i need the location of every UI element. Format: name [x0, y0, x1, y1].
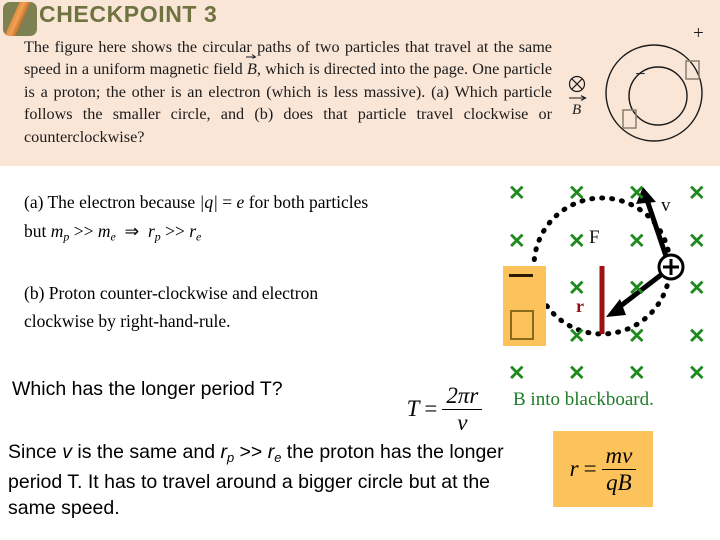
- plus-charge-label: +: [693, 23, 704, 44]
- answer-a-prefix: (a) The electron because: [24, 192, 200, 212]
- equals-sign: =: [217, 192, 237, 212]
- outer-orbit-circle: [605, 44, 703, 142]
- period-equals: =: [424, 396, 438, 421]
- mass-proton-symbol: m: [50, 221, 64, 241]
- into-page-b-symbol: B: [568, 75, 587, 118]
- implies-arrow: ⇒: [124, 221, 140, 241]
- mass-electron-subscript: e: [110, 229, 116, 244]
- period-question-text: Which has the longer period T?: [12, 378, 283, 400]
- radius-label: r: [576, 296, 584, 316]
- field-x-mark: ✕: [688, 230, 706, 253]
- field-x-mark: ✕: [688, 325, 706, 348]
- radius-formula: r = mv qB: [553, 431, 653, 507]
- vector-B-symbol: B: [245, 54, 257, 80]
- period-fraction: 2πr v: [442, 382, 483, 436]
- missing-glyph-box-3: [510, 310, 534, 340]
- period-denominator: v: [442, 408, 483, 436]
- radius-fraction: mv qB: [601, 442, 637, 496]
- checkmark-pencil-icon: [3, 2, 37, 36]
- field-x-mark: ✕: [628, 277, 646, 300]
- abs-q-symbol: |q|: [199, 192, 218, 212]
- field-x-mark: ✕: [508, 230, 526, 253]
- field-x-mark: ✕: [628, 325, 646, 348]
- field-x-mark: ✕: [628, 182, 646, 205]
- header-orbit-figure: B + −: [568, 23, 704, 142]
- period-lhs: T: [406, 396, 420, 421]
- vector-B-letter: B: [246, 60, 257, 79]
- period-formula: T = 2πr v: [382, 378, 507, 440]
- minus-sign-glyph: [509, 274, 533, 277]
- velocity-label: v: [661, 195, 671, 216]
- period-numerator: 2πr: [446, 382, 479, 408]
- field-x-mark: ✕: [628, 230, 646, 253]
- answer-a-suffix: for both particles: [244, 192, 369, 212]
- slide-canvas: CHECKPOINT 3 The figure here shows the c…: [0, 0, 720, 540]
- radius-electron-symbol: r: [189, 221, 197, 241]
- mass-electron-symbol: m: [97, 221, 111, 241]
- explanation-text: Since v is the same and rp >> re the pro…: [8, 440, 508, 521]
- field-x-mark: ✕: [568, 362, 586, 385]
- answer-part-a: (a) The electron because |q| = e for bot…: [24, 191, 454, 248]
- field-x-mark: ✕: [688, 277, 706, 300]
- field-x-mark: ✕: [568, 325, 586, 348]
- page-title: CHECKPOINT 3: [39, 1, 218, 27]
- much-greater-2: >>: [160, 221, 190, 241]
- radius-proton-symbol: r: [147, 221, 155, 241]
- answer-b-line2: clockwise by right-hand-rule.: [24, 311, 231, 331]
- radius-lhs: r: [569, 456, 579, 481]
- answer-b-line1: (b) Proton counter-clockwise and electro…: [24, 283, 319, 303]
- svg-text:B: B: [572, 102, 581, 118]
- field-x-mark: ✕: [508, 362, 526, 385]
- much-greater-3: >>: [234, 441, 268, 463]
- field-x-mark: ✕: [688, 362, 706, 385]
- force-label: F: [589, 227, 600, 248]
- explanation-seg2: is the same and: [71, 441, 221, 463]
- explanation-seg1: Since: [8, 441, 63, 463]
- minus-charge-label: −: [635, 64, 646, 85]
- radius-numerator: mv: [605, 442, 633, 468]
- radius-denominator: qB: [601, 468, 637, 496]
- pencil-stroke: [3, 2, 31, 36]
- checkpoint-question-text: The figure here shows the circular paths…: [24, 36, 552, 148]
- radius-equals: =: [583, 456, 597, 481]
- much-greater-1: >>: [69, 221, 98, 241]
- answer-a-line2: but mp >> me ⇒ rp >> re: [24, 220, 454, 248]
- radius-electron-subscript: e: [196, 229, 202, 244]
- field-x-mark: ✕: [568, 182, 586, 205]
- answer-a-line1: (a) The electron because |q| = e for bot…: [24, 191, 454, 214]
- period-formula-math: T = 2πr v: [382, 378, 507, 440]
- radius-formula-math: r = mv qB: [553, 431, 653, 507]
- speed-symbol: v: [62, 441, 72, 463]
- field-x-mark: ✕: [568, 230, 586, 253]
- answer-a-but: but: [24, 221, 51, 241]
- field-x-mark: ✕: [628, 362, 646, 385]
- field-x-mark: ✕: [688, 182, 706, 205]
- particle-callout-box: [503, 266, 546, 346]
- field-x-mark: ✕: [508, 182, 526, 205]
- positive-charge-marker: [657, 253, 685, 281]
- answer-part-b: (b) Proton counter-clockwise and electro…: [24, 282, 404, 333]
- checkpoint-header-band: CHECKPOINT 3 The figure here shows the c…: [0, 0, 720, 166]
- field-direction-caption: B into blackboard.: [513, 389, 654, 410]
